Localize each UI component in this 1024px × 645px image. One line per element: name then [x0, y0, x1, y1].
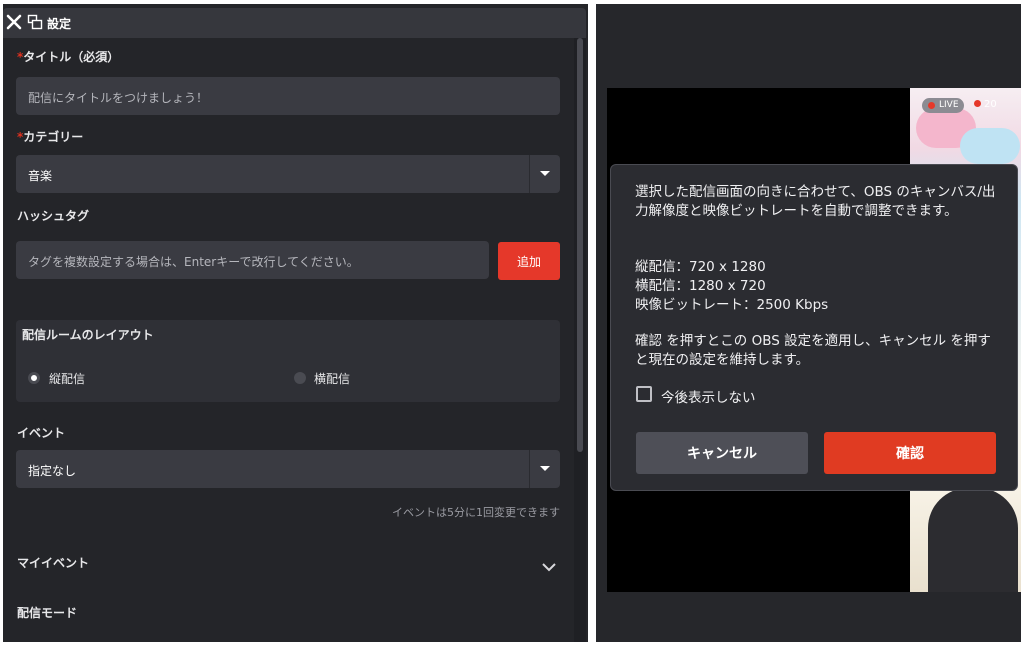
landscape-radio-label[interactable]: 横配信: [314, 370, 350, 387]
stream-mode-label: 配信モード: [17, 606, 78, 620]
layout-section: 配信ルームのレイアウト 縦配信 横配信: [16, 320, 560, 402]
settings-panel: 設定 *タイトル（必須） 配信にタイトルをつけましょう！ *カテゴリー 音楽 ハ…: [3, 4, 588, 642]
my-event-label[interactable]: マイイベント: [17, 554, 89, 571]
category-dropdown-button[interactable]: [529, 155, 560, 193]
preview-character: [928, 488, 1018, 592]
title-input[interactable]: 配信にタイトルをつけましょう！: [16, 77, 560, 115]
caret-down-icon: [540, 466, 550, 471]
add-hashtag-button[interactable]: 追加: [498, 242, 560, 280]
event-note: イベントは5分に1回変更できます: [392, 506, 560, 519]
chevron-down-icon[interactable]: [541, 557, 557, 576]
spec-bitrate: 映像ビットレート：2500 Kbps: [635, 297, 829, 313]
live-dot-icon: [928, 102, 935, 109]
viewer-count: 20: [974, 99, 997, 110]
event-dropdown-button[interactable]: [529, 450, 560, 488]
title-input-placeholder: 配信にタイトルをつけましょう！: [28, 91, 209, 105]
dont-show-label[interactable]: 今後表示しない: [661, 386, 756, 406]
screen: 設定 *タイトル（必須） 配信にタイトルをつけましょう！ *カテゴリー 音楽 ハ…: [0, 0, 1024, 645]
dialog-message: 選択した配信画面の向きに合わせて、OBS のキャンバス/出力解像度と映像ビットレ…: [635, 184, 996, 219]
spec-landscape: 横配信：1280 x 720: [635, 278, 766, 294]
category-select-value: 音楽: [28, 169, 53, 183]
close-icon[interactable]: [6, 14, 22, 30]
title-label: *タイトル（必須）: [17, 48, 119, 65]
event-select[interactable]: 指定なし: [16, 450, 560, 488]
viewer-icon: [974, 100, 981, 107]
caret-down-icon: [540, 171, 550, 176]
layout-label: 配信ルームのレイアウト: [22, 328, 154, 342]
event-label: イベント: [17, 426, 66, 440]
dont-show-checkbox[interactable]: [636, 386, 652, 402]
title-label-text: タイトル（必須）: [23, 50, 120, 64]
spec-portrait: 縦配信：720 x 1280: [635, 259, 766, 275]
category-label-text: カテゴリー: [23, 130, 84, 144]
scrollbar-thumb[interactable]: [577, 38, 583, 452]
window-title: 設定: [47, 17, 72, 31]
hashtag-label: ハッシュタグ: [17, 209, 90, 223]
event-select-value: 指定なし: [28, 464, 77, 478]
cancel-button[interactable]: キャンセル: [636, 432, 808, 474]
category-label: *カテゴリー: [17, 128, 83, 145]
portrait-radio-label[interactable]: 縦配信: [49, 370, 85, 387]
dialog-instructions: 確認 を押すとこの OBS 設定を適用し、キャンセル を押すと現在の設定を維持し…: [635, 333, 991, 368]
settings-titlebar: 設定: [3, 8, 586, 38]
viewer-count-text: 20: [984, 99, 997, 110]
confirm-button[interactable]: 確認: [824, 432, 996, 474]
category-select[interactable]: 音楽: [16, 155, 560, 193]
hashtag-input[interactable]: タグを複数設定する場合は、Enterキーで改行してください。: [16, 241, 489, 279]
live-badge-text: LIVE: [939, 100, 959, 110]
portrait-radio[interactable]: [28, 372, 40, 384]
popout-window-icon[interactable]: [27, 14, 43, 30]
landscape-radio[interactable]: [294, 372, 306, 384]
live-badge: LIVE: [922, 98, 964, 113]
preview-decoration: [960, 128, 1020, 164]
obs-settings-dialog: 選択した配信画面の向きに合わせて、OBS のキャンバス/出力解像度と映像ビットレ…: [610, 164, 1018, 491]
hashtag-input-placeholder: タグを複数設定する場合は、Enterキーで改行してください。: [28, 255, 359, 269]
